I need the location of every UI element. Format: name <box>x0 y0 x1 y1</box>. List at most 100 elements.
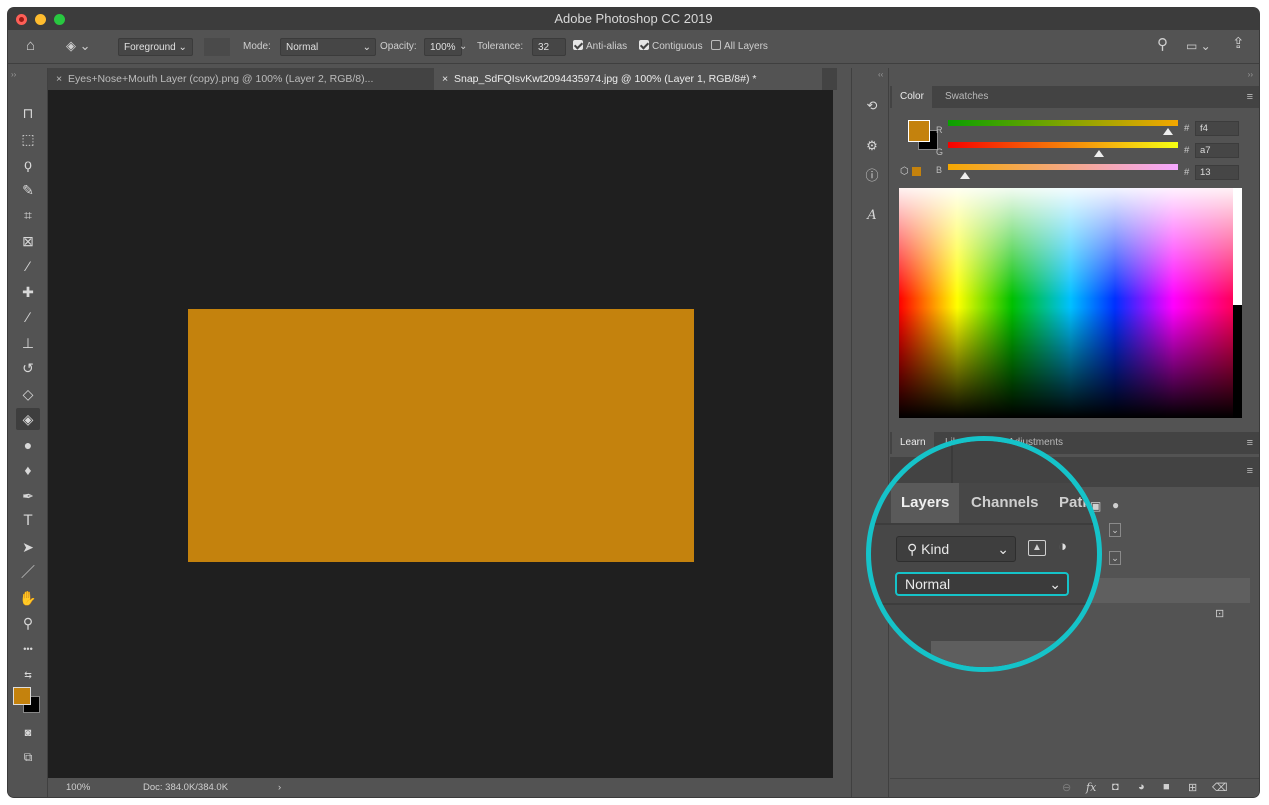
status-menu-icon[interactable]: › <box>278 778 281 797</box>
layer-row-highlight[interactable] <box>1090 578 1250 603</box>
collapse-panels-icon[interactable]: ›› <box>1248 70 1253 79</box>
all-layers-checkbox[interactable]: All Layers <box>711 38 768 56</box>
crop-tool-icon[interactable]: ⌗ <box>16 204 40 226</box>
add-mask-icon[interactable]: ◘ <box>1112 781 1119 793</box>
lasso-tool-icon[interactable]: ϙ <box>16 153 40 175</box>
b-slider-thumb[interactable] <box>960 172 971 179</box>
document-tab-1[interactable]: × Eyes+Nose+Mouth Layer (copy).png @ 100… <box>48 68 434 90</box>
eraser-tool-icon[interactable]: ◇ <box>16 383 40 405</box>
b-slider[interactable] <box>948 164 1178 170</box>
dodge-tool-icon[interactable]: ♦ <box>16 459 40 481</box>
zoom-window-button[interactable] <box>54 14 65 25</box>
color-spectrum[interactable] <box>899 188 1242 418</box>
path-selection-tool-icon[interactable]: ➤ <box>16 536 40 558</box>
pattern-picker[interactable] <box>204 38 230 56</box>
filter-adjustment-layer-icon[interactable]: ◑ <box>1058 538 1067 555</box>
anti-alias-checkbox[interactable]: Anti-alias <box>573 38 627 56</box>
panel-menu-icon[interactable]: ≡ <box>1247 91 1253 103</box>
paint-bucket-tool-icon[interactable]: ◈ <box>16 408 40 430</box>
share-icon[interactable]: ⇪ <box>1232 35 1245 53</box>
r-slider[interactable] <box>948 120 1178 126</box>
clone-stamp-tool-icon[interactable]: ⊥ <box>16 332 40 354</box>
paint-bucket-preset-icon[interactable]: ◈ ⌄ <box>66 37 91 55</box>
marquee-tool-icon[interactable]: ⬚ <box>16 128 40 150</box>
lock-icon[interactable]: ⊡ <box>1215 607 1224 620</box>
blur-tool-icon[interactable]: ● <box>16 434 40 456</box>
close-tab-icon[interactable]: × <box>56 73 62 85</box>
adjustment-layer-icon[interactable]: ◕ <box>1138 781 1145 793</box>
screen-mode-icon[interactable]: ⧉ <box>16 746 40 768</box>
r-slider-thumb[interactable] <box>1162 128 1173 135</box>
panel-menu-icon[interactable]: ≡ <box>1247 437 1253 449</box>
fill-source-value: Foreground <box>124 42 176 53</box>
pen-tool-icon[interactable]: ✒ <box>16 485 40 507</box>
canvas-area[interactable] <box>48 90 833 778</box>
tab-paths[interactable]: Paths <box>1049 483 1097 523</box>
layers-bottom-bar: ⊖ fx ◘ ◕ ■ ⊞ ⌫ <box>890 778 1259 797</box>
b-value-field[interactable]: 13 <box>1195 165 1239 180</box>
collapse-toolbar-icon[interactable]: ›› <box>11 70 16 79</box>
foreground-color-chip[interactable] <box>13 687 31 705</box>
swap-colors-icon[interactable]: ⇆ <box>16 664 40 686</box>
spectrum-white-strip[interactable] <box>1233 188 1242 305</box>
opacity-dropdown-icon[interactable]: ⌄ <box>1109 523 1121 537</box>
info-icon[interactable]: ⓘ <box>862 166 882 186</box>
opacity-dropdown-icon[interactable]: ⌄ <box>459 38 467 56</box>
artboard-tool-icon[interactable]: ⊓ <box>16 102 40 124</box>
opacity-field[interactable]: 100% <box>424 38 462 56</box>
fill-source-select[interactable]: Foreground ⌄ <box>118 38 193 56</box>
contiguous-checkbox[interactable]: Contiguous <box>639 38 703 56</box>
r-value-field[interactable]: f4 <box>1195 121 1239 136</box>
close-window-button[interactable] <box>16 14 27 25</box>
foreground-swatch-front[interactable] <box>908 120 930 142</box>
tab-color[interactable]: Color <box>892 86 932 108</box>
gamut-swatch[interactable] <box>912 167 921 176</box>
filter-pixel-layer-icon[interactable]: ▲ <box>1028 540 1046 556</box>
tab-channels[interactable]: Channels <box>961 483 1049 523</box>
glyphs-icon[interactable]: A <box>862 206 882 226</box>
filter-toggle-icon[interactable]: ● <box>1112 498 1119 512</box>
document-canvas[interactable] <box>188 309 694 562</box>
frame-tool-icon[interactable]: ⊠ <box>16 230 40 252</box>
tab-layers[interactable]: Layers <box>891 483 960 523</box>
g-slider-thumb[interactable] <box>1093 150 1104 157</box>
close-tab-icon[interactable]: × <box>442 73 448 85</box>
spectrum-black-strip[interactable] <box>1233 305 1242 418</box>
history-brush-tool-icon[interactable]: ↺ <box>16 357 40 379</box>
more-tools-icon[interactable]: ••• <box>16 638 40 660</box>
mode-select[interactable]: Normal ⌄ <box>280 38 376 56</box>
history-icon[interactable]: ⟲ <box>862 96 882 116</box>
home-icon[interactable]: ⌂ <box>26 37 35 55</box>
hand-tool-icon[interactable]: ✋ <box>16 587 40 609</box>
folder-icon[interactable]: ■ <box>1163 781 1170 793</box>
tab-swatches[interactable]: Swatches <box>937 86 996 108</box>
trash-icon[interactable]: ⌫ <box>1212 781 1228 794</box>
zoom-tool-icon[interactable]: ⚲ <box>16 612 40 634</box>
new-layer-icon[interactable]: ⊞ <box>1188 781 1197 794</box>
link-layers-icon[interactable]: ⊖ <box>1062 781 1071 794</box>
r-label: R <box>936 125 943 135</box>
healing-brush-tool-icon[interactable]: ✚ <box>16 281 40 303</box>
properties-icon[interactable]: ⚙ <box>862 136 882 156</box>
brush-tool-icon[interactable]: ∕ <box>16 306 40 328</box>
zoom-level[interactable]: 100% <box>66 778 90 797</box>
search-icon[interactable]: ⚲ <box>1157 36 1168 54</box>
g-value-field[interactable]: a7 <box>1195 143 1239 158</box>
tolerance-field[interactable]: 32 <box>532 38 566 56</box>
quick-mask-icon[interactable]: ◙ <box>16 722 40 744</box>
filter-kind-select[interactable]: ⚲ Kind ⌄ <box>896 536 1016 562</box>
line-tool-icon[interactable]: ／ <box>16 561 40 583</box>
type-tool-icon[interactable]: T <box>16 510 40 532</box>
eyedropper-tool-icon[interactable]: ⁄ <box>16 255 40 277</box>
fx-icon[interactable]: fx <box>1086 781 1096 794</box>
tools-panel: ›› ⊓ ⬚ ϙ ✎ ⌗ ⊠ ⁄ ✚ ∕ ⊥ ↺ ◇ ◈ ● ♦ ✒ T ➤ ／ ✋ ⚲ ••• ⇆ ◙ ⧉ <box>8 68 48 797</box>
quick-selection-tool-icon[interactable]: ✎ <box>16 179 40 201</box>
blend-mode-select[interactable]: Normal ⌄ <box>895 572 1069 596</box>
panel-menu-icon[interactable]: ≡ <box>1247 465 1253 477</box>
expand-dock-icon[interactable]: ‹‹ <box>878 70 883 79</box>
g-slider[interactable] <box>948 142 1178 148</box>
document-tab-2[interactable]: × Snap_SdFQIsvKwt2094435974.jpg @ 100% (… <box>434 68 822 90</box>
minimize-window-button[interactable] <box>35 14 46 25</box>
workspace-icon[interactable]: ▭ ⌄ <box>1186 37 1211 55</box>
fill-dropdown-icon[interactable]: ⌄ <box>1109 551 1121 565</box>
